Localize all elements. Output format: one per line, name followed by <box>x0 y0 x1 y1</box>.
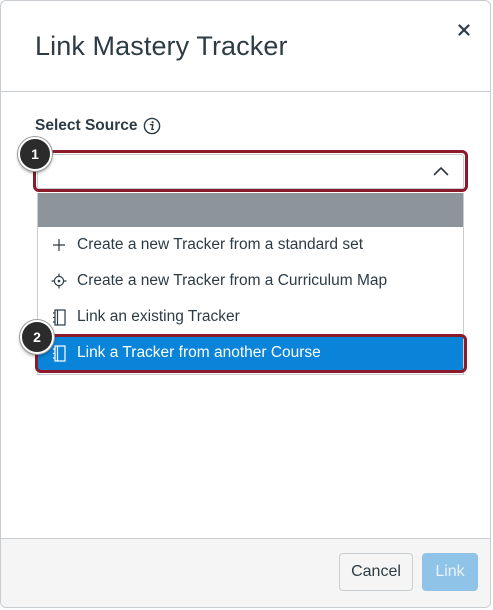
info-icon[interactable] <box>143 117 161 135</box>
option-label: Create a new Tracker from a Curriculum M… <box>77 272 388 289</box>
notebook-icon <box>48 308 70 326</box>
plus-icon <box>48 238 70 252</box>
modal-header: Link Mastery Tracker <box>1 1 490 92</box>
chevron-up-icon <box>433 167 449 176</box>
close-icon <box>458 24 470 36</box>
option-link-from-another-course[interactable]: Link a Tracker from another Course <box>38 335 463 371</box>
close-button[interactable] <box>452 18 476 42</box>
modal-title: Link Mastery Tracker <box>35 31 288 61</box>
select-source-label: Select Source <box>35 117 138 134</box>
modal-dialog: Link Mastery Tracker Select Source Creat… <box>0 0 491 608</box>
option-label: Create a new Tracker from a standard set <box>77 236 364 253</box>
notebook-icon <box>48 344 70 362</box>
callout-badge-2: 2 <box>20 320 54 354</box>
source-select[interactable] <box>37 154 464 189</box>
link-button[interactable]: Link <box>422 553 478 591</box>
target-icon <box>48 273 70 289</box>
cancel-button[interactable]: Cancel <box>339 553 413 591</box>
modal-footer: Cancel Link <box>1 538 490 607</box>
dropdown-empty-option[interactable] <box>38 193 463 227</box>
callout-badge-1: 1 <box>18 137 52 171</box>
option-label: Link a Tracker from another Course <box>77 344 321 361</box>
option-link-existing-tracker[interactable]: Link an existing Tracker <box>38 299 463 335</box>
option-create-from-curriculum-map[interactable]: Create a new Tracker from a Curriculum M… <box>38 263 463 299</box>
source-dropdown-list: Create a new Tracker from a standard set… <box>37 193 464 375</box>
option-label: Link an existing Tracker <box>77 308 240 325</box>
option-create-from-standard-set[interactable]: Create a new Tracker from a standard set <box>38 227 463 263</box>
